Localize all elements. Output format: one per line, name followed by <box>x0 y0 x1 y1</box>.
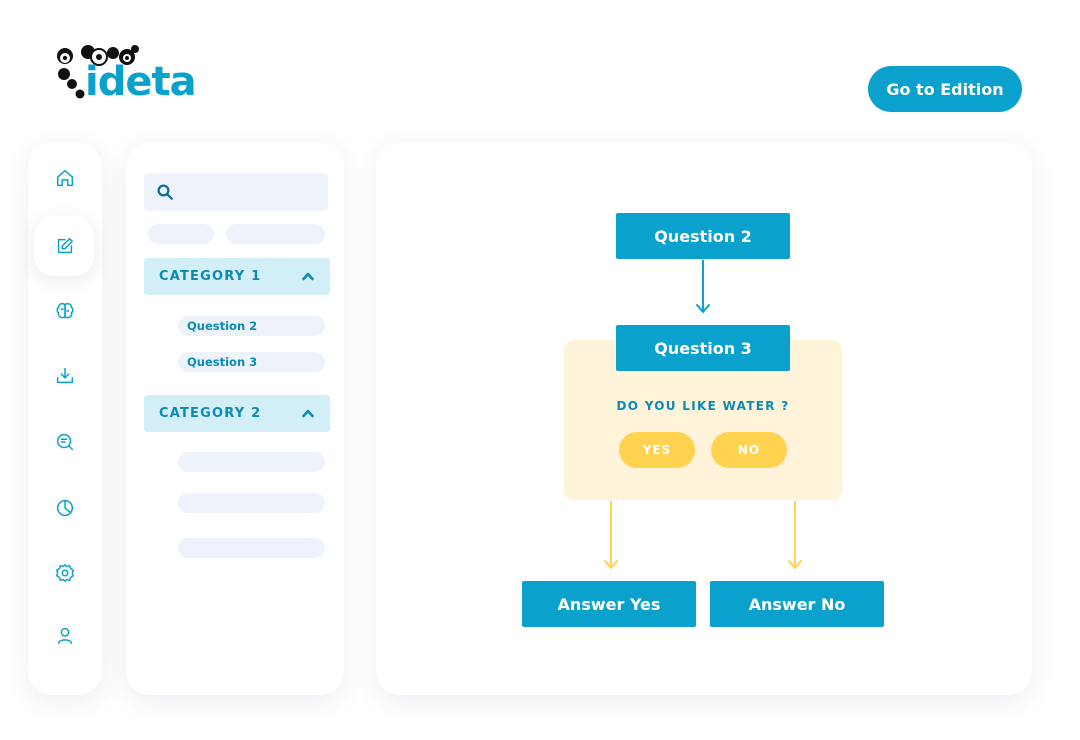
category-header-1[interactable]: CATEGORY 1 <box>144 258 330 295</box>
settings-icon[interactable] <box>54 562 76 584</box>
question-prompt: DO YOU LIKE WATER ? <box>616 399 790 413</box>
user-icon[interactable] <box>54 625 76 647</box>
node-question-3[interactable]: Question 3 <box>616 325 790 371</box>
filter-chip-placeholder[interactable] <box>226 224 325 244</box>
brain-icon[interactable] <box>54 300 76 322</box>
tree-item-question-2[interactable]: Question 2 <box>178 316 325 336</box>
tree-item-placeholder[interactable] <box>178 538 325 558</box>
home-icon[interactable] <box>54 167 76 189</box>
go-to-edition-button[interactable]: Go to Edition <box>868 66 1022 112</box>
no-button[interactable]: NO <box>711 432 787 468</box>
tree-item-label: Question 3 <box>187 355 258 369</box>
icon-sidebar <box>28 143 102 695</box>
node-answer-no[interactable]: Answer No <box>710 581 884 627</box>
pie-chart-icon[interactable] <box>54 497 76 519</box>
category-label: CATEGORY 2 <box>159 406 262 421</box>
search-input[interactable] <box>144 173 328 211</box>
category-label: CATEGORY 1 <box>159 269 262 284</box>
chevron-up-icon <box>302 272 314 281</box>
tree-item-question-3[interactable]: Question 3 <box>178 352 325 372</box>
app-root: ideta Go to Edition CATEGORY 1 Question … <box>0 0 1080 740</box>
category-header-2[interactable]: CATEGORY 2 <box>144 395 330 432</box>
logo-wordmark: ideta <box>85 59 197 105</box>
yes-button[interactable]: YES <box>619 432 695 468</box>
chat-search-icon[interactable] <box>54 431 76 453</box>
node-question-2[interactable]: Question 2 <box>616 213 790 259</box>
filter-chip-placeholder[interactable] <box>148 224 214 244</box>
edit-icon[interactable] <box>54 235 76 257</box>
tree-item-label: Question 2 <box>187 319 258 333</box>
flow-canvas: Question 2 DO YOU LIKE WATER ? YES NO Qu… <box>376 143 1032 695</box>
content-tree-panel: CATEGORY 1 Question 2 Question 3 CATEGOR… <box>126 143 344 695</box>
tree-item-placeholder[interactable] <box>178 493 325 513</box>
download-icon[interactable] <box>54 365 76 387</box>
search-icon <box>157 184 173 200</box>
node-answer-yes[interactable]: Answer Yes <box>522 581 696 627</box>
chevron-up-icon <box>302 409 314 418</box>
ideta-logo[interactable]: ideta <box>55 44 225 108</box>
tree-item-placeholder[interactable] <box>178 452 325 472</box>
